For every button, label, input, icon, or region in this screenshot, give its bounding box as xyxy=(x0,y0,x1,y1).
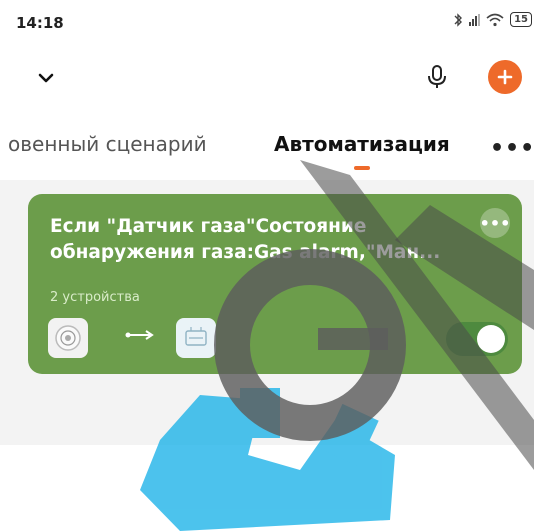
device-thumb-manipulator xyxy=(176,318,216,358)
battery-icon: 15 xyxy=(510,12,532,27)
gas-sensor-icon xyxy=(55,325,81,351)
toggle-knob xyxy=(477,325,505,353)
tab-manual-scene[interactable]: овенный сценарий xyxy=(8,132,207,156)
card-more-button[interactable]: ••• xyxy=(480,208,510,238)
wifi-icon xyxy=(486,13,504,26)
status-time: 14:18 xyxy=(16,14,64,32)
microphone-icon xyxy=(428,65,446,88)
tabs-more-button[interactable]: ••• xyxy=(490,136,534,161)
top-bar xyxy=(0,50,534,106)
signal-icon xyxy=(469,13,481,26)
add-button[interactable] xyxy=(488,60,522,94)
automation-list: Если "Датчик газа"Состояние обнаружения … xyxy=(0,180,534,445)
status-icons: 15 xyxy=(453,12,532,27)
automation-title: Если "Датчик газа"Состояние обнаружения … xyxy=(50,216,441,263)
active-tab-indicator xyxy=(354,166,370,170)
devices-count: 2 устройства xyxy=(50,290,140,305)
tab-automation[interactable]: Автоматизация xyxy=(274,132,450,156)
device-thumb-gas-sensor xyxy=(48,318,88,358)
automation-enable-toggle[interactable] xyxy=(446,322,508,356)
bluetooth-icon xyxy=(454,12,463,27)
plus-icon xyxy=(497,69,513,85)
manipulator-device-icon xyxy=(185,327,207,346)
automation-card[interactable]: Если "Датчик газа"Состояние обнаружения … xyxy=(28,194,522,374)
status-bar: 14:18 15 xyxy=(0,0,534,50)
collapse-button[interactable] xyxy=(30,62,62,94)
voice-button[interactable] xyxy=(420,60,454,94)
chevron-down-icon xyxy=(38,73,54,83)
arrow-right-icon xyxy=(125,330,154,340)
scene-tabs: овенный сценарий Автоматизация ••• xyxy=(0,118,534,180)
